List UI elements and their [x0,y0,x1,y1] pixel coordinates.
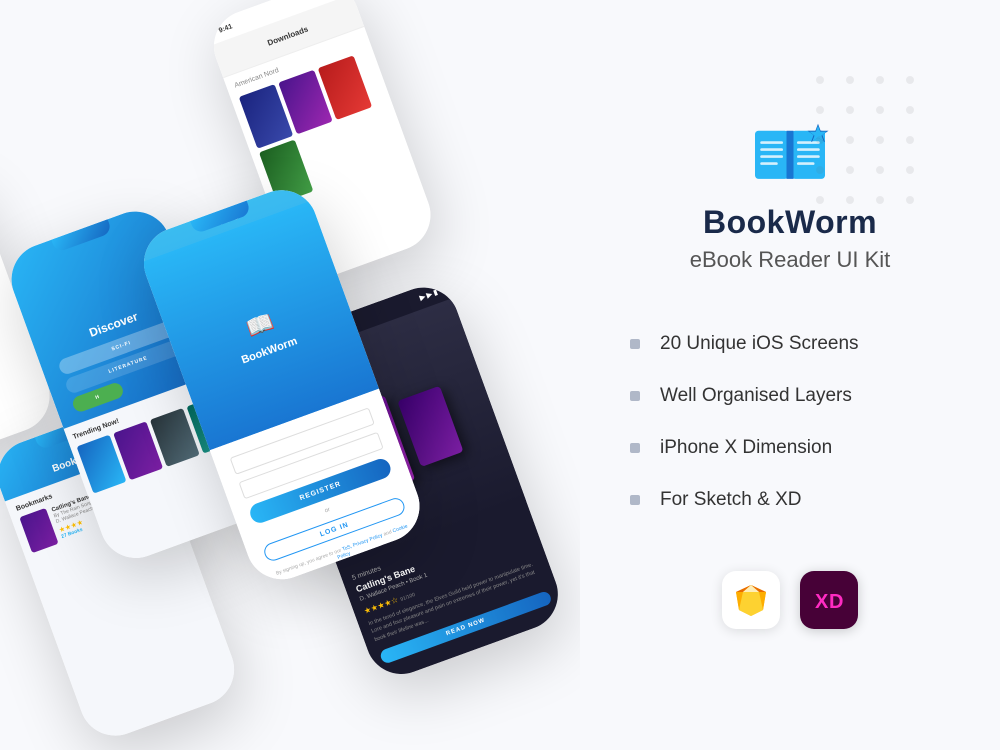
feature-dimension: iPhone X Dimension [630,437,970,459]
feature-tools-text: For Sketch & XD [660,489,802,511]
bullet-layers [630,391,640,401]
phones-section: Note Continue Reading Shadow Memories Is… [0,0,580,750]
xd-icon-container: X D [800,571,858,629]
phones-container: Note Continue Reading Shadow Memories Is… [0,0,580,750]
xd-icon: X D [811,585,847,615]
login-label: LOG IN [319,521,350,538]
bullet-dimension [630,443,640,453]
detail-cover-secondary [397,386,463,467]
bullet-screens [630,339,640,349]
bullet-tools [630,495,640,505]
feature-layers-text: Well Organised Layers [660,385,852,407]
feature-layers: Well Organised Layers [630,385,970,407]
bg-decoration [790,50,990,350]
feature-tools: For Sketch & XD [630,489,970,511]
login-logo-icon: 📖 [243,308,278,342]
sketch-icon [733,582,769,618]
tools-row: X D [722,571,858,629]
svg-text:X: X [815,591,829,613]
features-list: 20 Unique iOS Screens Well Organised Lay… [610,333,970,541]
login-app-name: BookWorm [240,335,299,366]
register-label: REGISTER [299,480,343,502]
sketch-icon-container [722,571,780,629]
svg-text:D: D [829,591,843,613]
login-or: or [324,507,331,514]
feature-dimension-text: iPhone X Dimension [660,437,832,459]
